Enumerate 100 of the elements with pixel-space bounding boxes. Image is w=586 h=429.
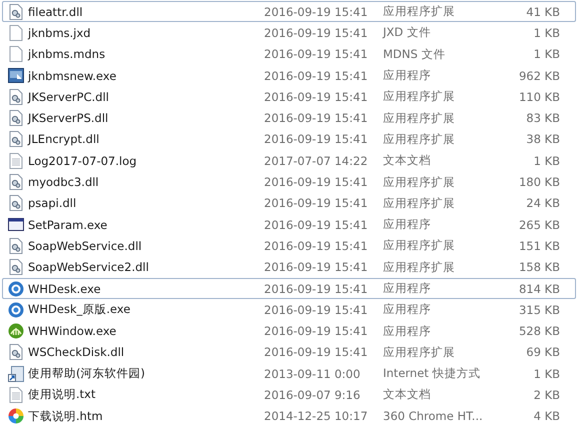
file-name: psapi.dll [28, 196, 78, 210]
file-type: 应用程序 [383, 217, 432, 232]
file-icon [9, 46, 23, 62]
file-size: 1 KB [532, 26, 560, 40]
file-size: 69 KB [525, 345, 560, 360]
file-row[interactable]: WHWindow.exe 2016-09-19 15:41 应用程序 528 KB [2, 320, 576, 342]
file-type: 文本文档 [383, 387, 432, 402]
file-row[interactable]: JKServerPS.dll 2016-09-19 15:41 应用程序扩展 83 KB [2, 107, 576, 129]
file-type: 应用程序扩展 [383, 4, 456, 20]
file-row[interactable]: SoapWebService2.dll 2016-09-19 15:41 应用程序扩展 158 KB [2, 256, 576, 278]
modified-date: 2016-09-19 15:41 [264, 111, 369, 126]
file-row[interactable]: jknbms.mdns 2016-09-19 15:41 MDNS 文件 1 KB [2, 44, 576, 65]
modified-date: 2016-09-19 15:41 [264, 345, 369, 360]
file-row[interactable]: JLEncrypt.dll 2016-09-19 15:41 应用程序扩展 38 KB [2, 128, 576, 150]
modified-date: 2016-09-19 15:41 [264, 26, 369, 40]
modified-date: 2017-07-07 14:22 [264, 154, 369, 168]
modified-date: 2014-12-25 10:17 [264, 409, 369, 424]
file-size: 41 KB [525, 4, 560, 19]
file-size: 962 KB [518, 68, 560, 83]
file-name: myodbc3.dll [28, 175, 100, 190]
file-type: 应用程序扩展 [383, 110, 456, 126]
file-type: Internet 快捷方式 [383, 366, 482, 382]
file-type: 应用程序扩展 [383, 89, 456, 104]
file-size: 1 KB [532, 47, 560, 62]
file-size: 2 KB [532, 388, 560, 402]
file-type: 应用程序扩展 [383, 238, 456, 254]
modified-date: 2016-09-19 15:41 [264, 132, 369, 146]
color-wheel-icon [8, 408, 24, 424]
file-name: SetParam.exe [28, 218, 108, 232]
file-row[interactable]: 使用说明.txt 2016-09-07 9:16 文本文档 2 KB [2, 384, 576, 406]
file-row[interactable]: 下载说明.htm 2014-12-25 10:17 360 Chrome HT... 4 KB [2, 406, 576, 427]
modified-date: 2016-09-19 15:41 [264, 218, 369, 232]
file-row[interactable]: jknbms.jxd 2016-09-19 15:41 JXD 文件 1 KB [2, 22, 576, 44]
file-row[interactable]: jknbmsnew.exe 2016-09-19 15:41 应用程序 962 KB [2, 64, 576, 86]
file-row[interactable]: psapi.dll 2016-09-19 15:41 应用程序扩展 24 KB [2, 192, 576, 214]
file-row[interactable]: WHDesk.exe 2016-09-19 15:41 应用程序 814 KB [2, 278, 576, 300]
modified-date: 2016-09-19 15:41 [264, 302, 369, 317]
file-row[interactable]: Log2017-07-07.log 2017-07-07 14:22 文本文档 1 KB [2, 150, 576, 172]
file-type: 360 Chrome HT... [383, 409, 484, 424]
file-row[interactable]: SetParam.exe 2016-09-19 15:41 应用程序 265 KB [2, 214, 576, 236]
file-name: WHWindow.exe [28, 324, 118, 338]
file-type: 应用程序扩展 [383, 260, 456, 275]
round-app-icon [8, 302, 24, 318]
file-size: 151 KB [518, 238, 560, 253]
file-row[interactable]: myodbc3.dll 2016-09-19 15:41 应用程序扩展 180 KB [2, 171, 576, 193]
file-name: JKServerPC.dll [28, 90, 110, 104]
modified-date: 2013-09-11 0:00 [264, 366, 362, 381]
settings-file-icon [9, 110, 23, 126]
settings-file-icon [9, 195, 23, 212]
file-type: 应用程序 [383, 302, 432, 318]
modified-date: 2016-09-19 15:41 [264, 282, 369, 296]
modified-date: 2016-09-19 15:41 [264, 324, 369, 338]
file-type: 应用程序扩展 [383, 174, 456, 190]
round-sprout-icon [8, 323, 24, 340]
file-name: jknbms.mdns [28, 47, 106, 62]
modified-date: 2016-09-19 15:41 [264, 238, 369, 253]
file-name: 使用说明.txt [28, 387, 96, 402]
file-row[interactable]: SoapWebService.dll 2016-09-19 15:41 应用程序扩展 151 KB [2, 235, 576, 257]
file-type: 文本文档 [383, 153, 432, 168]
application-icon [8, 68, 24, 84]
file-size: 814 KB [518, 282, 560, 296]
settings-file-icon [9, 344, 23, 360]
file-size: 83 KB [525, 111, 560, 126]
file-size: 180 KB [518, 175, 560, 190]
file-size: 1 KB [532, 366, 560, 381]
file-size: 158 KB [518, 260, 560, 274]
file-name: jknbmsnew.exe [28, 68, 118, 83]
file-size: 4 KB [532, 409, 560, 424]
window-icon [8, 218, 24, 232]
file-icon [9, 24, 23, 41]
file-name: Log2017-07-07.log [28, 154, 138, 168]
file-name: 下载说明.htm [28, 408, 104, 424]
modified-date: 2016-09-19 15:41 [264, 260, 369, 274]
file-type: MDNS 文件 [383, 46, 446, 62]
file-type: 应用程序扩展 [383, 196, 456, 211]
file-row[interactable]: WSCheckDisk.dll 2016-09-19 15:41 应用程序扩展 69 KB [2, 342, 576, 364]
file-name: JKServerPS.dll [28, 111, 110, 126]
file-name: 使用帮助(河东软件园) [28, 366, 146, 382]
settings-file-icon [9, 174, 23, 190]
file-name: jknbms.jxd [28, 26, 92, 40]
file-row[interactable]: JKServerPC.dll 2016-09-19 15:41 应用程序扩展 110 KB [2, 86, 576, 108]
file-size: 265 KB [518, 218, 560, 232]
file-row[interactable]: 使用帮助(河东软件园) 2013-09-11 0:00 Internet 快捷方式 1 KB [2, 363, 576, 384]
file-size: 110 KB [518, 90, 560, 104]
modified-date: 2016-09-19 15:41 [264, 175, 369, 190]
file-name: SoapWebService.dll [28, 238, 143, 253]
file-row[interactable]: WHDesk_原版.exe 2016-09-19 15:41 应用程序 315 KB [2, 299, 576, 320]
round-app-icon [8, 280, 24, 296]
settings-file-icon [9, 238, 23, 254]
file-name: WHDesk.exe [28, 282, 102, 296]
modified-date: 2016-09-19 15:41 [264, 68, 369, 83]
file-name: WHDesk_原版.exe [28, 302, 132, 318]
file-type: 应用程序 [383, 324, 432, 339]
file-name: fileattr.dll [28, 4, 84, 19]
settings-file-icon [9, 259, 23, 276]
text-file-icon [9, 386, 23, 403]
file-type: JXD 文件 [383, 25, 432, 40]
file-row[interactable]: fileattr.dll 2016-09-19 15:41 应用程序扩展 41 KB [2, 1, 576, 22]
file-size: 315 KB [518, 302, 560, 317]
file-size: 24 KB [525, 196, 560, 210]
